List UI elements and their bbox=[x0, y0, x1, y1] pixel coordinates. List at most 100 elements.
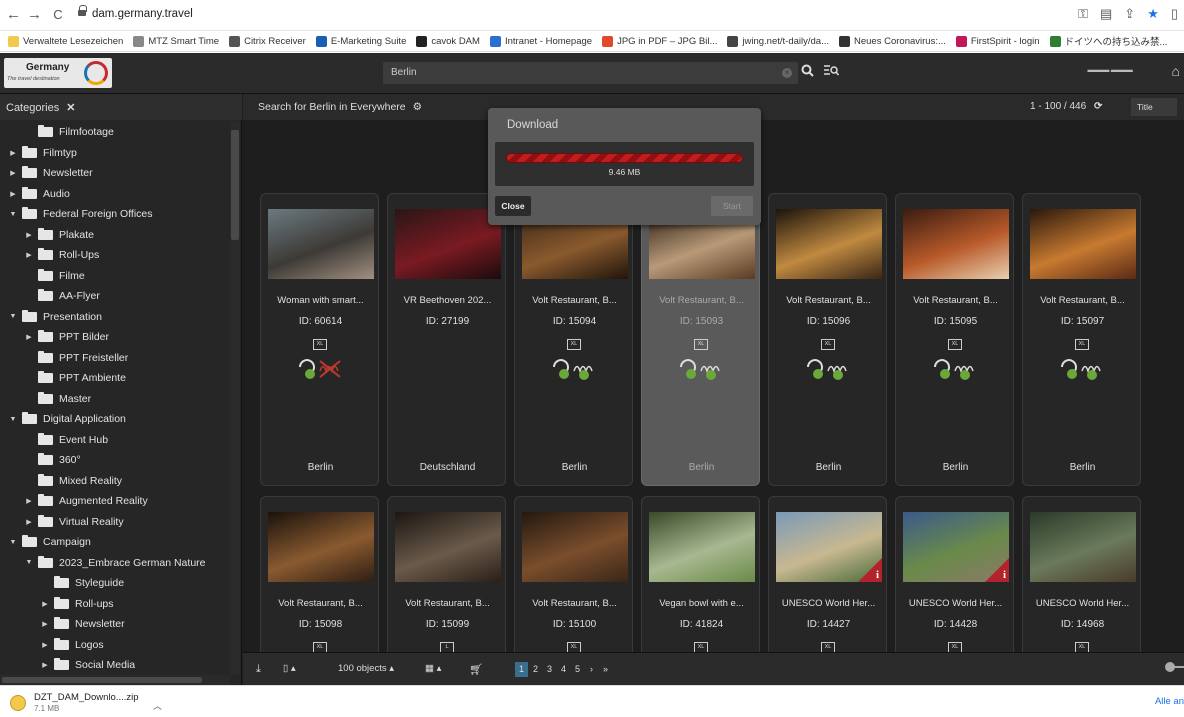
category-item[interactable]: AA-Flyer bbox=[0, 286, 230, 307]
star-icon[interactable]: ★ bbox=[1147, 6, 1159, 22]
chevron-right-icon[interactable]: ▶ bbox=[8, 149, 18, 157]
page-button[interactable]: 3 bbox=[543, 662, 556, 677]
category-item[interactable]: 360° bbox=[0, 450, 230, 471]
chevron-right-icon[interactable]: ▶ bbox=[24, 333, 34, 341]
asset-card[interactable]: VR Beethoven 202... ID: 27199 Deutschland bbox=[387, 193, 506, 486]
home-icon[interactable]: ⌂ bbox=[1172, 63, 1180, 79]
chevron-down-icon[interactable]: ▼ bbox=[8, 211, 18, 218]
asset-card[interactable]: Woman with smart... ID: 60614 XL Berlin bbox=[260, 193, 379, 486]
chevron-right-icon[interactable]: ▶ bbox=[40, 600, 50, 608]
address-bar[interactable]: dam.germany.travel bbox=[92, 8, 193, 20]
category-item[interactable]: ▼ Presentation bbox=[0, 307, 230, 328]
bookmark-item[interactable]: ドイツへの持ち込み禁... bbox=[1049, 34, 1167, 48]
chevron-down-icon[interactable]: ▼ bbox=[8, 416, 18, 423]
chevron-right-icon[interactable]: ▶ bbox=[24, 251, 34, 259]
page-button[interactable]: 1 bbox=[515, 662, 528, 677]
asset-card[interactable]: Volt Restaurant, B... ID: 15094 XL Berlin bbox=[514, 193, 633, 486]
page-button[interactable]: › bbox=[585, 662, 598, 677]
asset-thumbnail[interactable] bbox=[395, 209, 501, 279]
refresh-icon[interactable]: ⟳ bbox=[1094, 101, 1102, 112]
category-item[interactable]: PPT Ambiente bbox=[0, 368, 230, 389]
chevron-right-icon[interactable]: ▶ bbox=[24, 231, 34, 239]
asset-thumbnail[interactable]: i bbox=[903, 512, 1009, 582]
translate-icon[interactable]: ▤ bbox=[1100, 6, 1112, 22]
panel-toggle-icon[interactable]: ▯ ▴ bbox=[283, 663, 296, 674]
category-item[interactable]: Master bbox=[0, 389, 230, 410]
page-button[interactable]: » bbox=[599, 662, 612, 677]
bookmark-item[interactable]: FirstSpirit - login bbox=[955, 35, 1040, 47]
reload-button[interactable]: C bbox=[51, 7, 65, 23]
bookmark-item[interactable]: cavok DAM bbox=[416, 35, 480, 47]
pin-icon[interactable]: ⤓ bbox=[256, 663, 261, 676]
chevron-down-icon[interactable]: ▼ bbox=[8, 539, 18, 546]
info-icon[interactable]: i bbox=[876, 569, 879, 581]
logo[interactable]: Germany The travel destination bbox=[4, 58, 112, 88]
chevron-right-icon[interactable]: ▶ bbox=[40, 620, 50, 628]
info-icon[interactable]: i bbox=[1003, 569, 1006, 581]
chevron-right-icon[interactable]: ▶ bbox=[24, 497, 34, 505]
chevron-right-icon[interactable]: ▶ bbox=[8, 169, 18, 177]
asset-thumbnail[interactable] bbox=[522, 512, 628, 582]
category-item[interactable]: PPT Freisteller bbox=[0, 348, 230, 369]
asset-thumbnail[interactable] bbox=[776, 209, 882, 279]
asset-thumbnail[interactable] bbox=[268, 209, 374, 279]
sidebar-hscrollbar[interactable] bbox=[0, 675, 230, 685]
category-item[interactable]: ▶ Virtual Reality bbox=[0, 512, 230, 533]
objects-per-page[interactable]: 100 objects ▴ bbox=[338, 663, 394, 674]
asset-card[interactable]: Volt Restaurant, B... ID: 15095 XL Berlin bbox=[895, 193, 1014, 486]
category-item[interactable]: ▼ Digital Application bbox=[0, 409, 230, 430]
chevron-down-icon[interactable]: ▼ bbox=[8, 313, 18, 320]
sort-button[interactable]: Title bbox=[1131, 98, 1177, 116]
category-item[interactable]: ▶ Filmtyp bbox=[0, 143, 230, 164]
category-item[interactable]: Filme bbox=[0, 266, 230, 287]
forward-button[interactable]: → bbox=[27, 7, 42, 23]
page-button[interactable]: 4 bbox=[557, 662, 570, 677]
back-button[interactable]: ← bbox=[6, 7, 21, 23]
chevron-right-icon[interactable]: ▶ bbox=[24, 518, 34, 526]
asset-thumbnail[interactable] bbox=[395, 512, 501, 582]
page-button[interactable]: 2 bbox=[529, 662, 542, 677]
show-all-downloads[interactable]: Alle an bbox=[1155, 696, 1184, 707]
chevron-right-icon[interactable]: ▶ bbox=[40, 641, 50, 649]
category-item[interactable]: ▼ 2023_Embrace German Nature bbox=[0, 553, 230, 574]
category-item[interactable]: Filmfootage bbox=[0, 122, 230, 143]
page-button[interactable]: 5 bbox=[571, 662, 584, 677]
bookmark-item[interactable]: JPG in PDF – JPG Bil... bbox=[602, 35, 717, 47]
side-panel-icon[interactable]: ▯ bbox=[1171, 6, 1178, 22]
chevron-right-icon[interactable]: ▶ bbox=[8, 190, 18, 198]
bookmark-item[interactable]: Intranet - Homepage bbox=[489, 35, 592, 47]
asset-card[interactable]: Volt Restaurant, B... ID: 15097 XL Berlin bbox=[1022, 193, 1141, 486]
category-item[interactable]: ▶ Roll-ups bbox=[0, 594, 230, 615]
slider[interactable] bbox=[1165, 661, 1184, 674]
asset-thumbnail[interactable] bbox=[1030, 209, 1136, 279]
category-item[interactable]: ▶ Plakate bbox=[0, 225, 230, 246]
category-item[interactable]: ▶ Audio bbox=[0, 184, 230, 205]
chevron-down-icon[interactable]: ▼ bbox=[24, 559, 34, 566]
grid-view-icon[interactable]: ▦ ▴ bbox=[425, 663, 441, 674]
bookmark-item[interactable]: Neues Coronavirus:... bbox=[839, 35, 946, 47]
category-item[interactable]: ▶ Augmented Reality bbox=[0, 491, 230, 512]
chevron-up-icon[interactable]: ︿ bbox=[153, 699, 162, 712]
gear-icon[interactable]: ⚙ bbox=[413, 101, 422, 113]
asset-card[interactable]: Volt Restaurant, B... ID: 15096 XL Berlin bbox=[768, 193, 887, 486]
asset-thumbnail[interactable] bbox=[1030, 512, 1136, 582]
category-item[interactable]: ▶ Logos bbox=[0, 635, 230, 656]
category-item[interactable]: Styleguide bbox=[0, 573, 230, 594]
category-item[interactable]: Event Hub bbox=[0, 430, 230, 451]
category-item[interactable]: ▶ Newsletter bbox=[0, 614, 230, 635]
clear-icon[interactable]: × bbox=[782, 68, 792, 78]
asset-thumbnail[interactable]: i bbox=[776, 512, 882, 582]
sidebar-scrollbar[interactable] bbox=[230, 122, 240, 675]
search-input[interactable]: Berlin × bbox=[383, 62, 798, 84]
bookmark-item[interactable]: jwing.net/t-daily/da... bbox=[727, 35, 829, 47]
cart-icon[interactable]: 🛒︎ bbox=[469, 663, 483, 676]
category-item[interactable]: ▼ Campaign bbox=[0, 532, 230, 553]
category-item[interactable]: Mixed Reality bbox=[0, 471, 230, 492]
asset-thumbnail[interactable] bbox=[268, 512, 374, 582]
user-menu[interactable]: ▬▬▬ ▬▬▬ bbox=[1080, 65, 1140, 79]
chevron-right-icon[interactable]: ▶ bbox=[40, 661, 50, 669]
bookmark-item[interactable]: MTZ Smart Time bbox=[133, 35, 219, 47]
category-item[interactable]: ▶ Roll-Ups bbox=[0, 245, 230, 266]
bookmark-item[interactable]: Citrix Receiver bbox=[229, 35, 306, 47]
bookmark-item[interactable]: E-Marketing Suite bbox=[315, 35, 406, 47]
